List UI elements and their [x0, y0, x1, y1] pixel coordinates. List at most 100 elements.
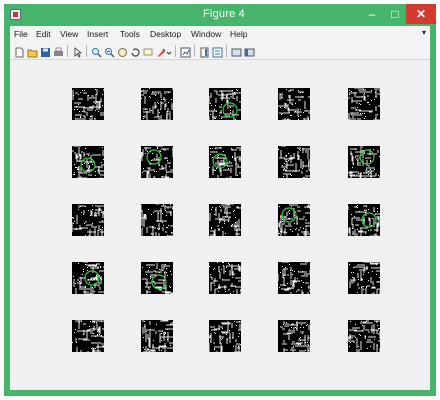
menu-overflow-icon[interactable]: ▾	[422, 28, 426, 37]
subplot-axes-r2-c4[interactable]	[278, 146, 310, 178]
subplot-axes-r5-c5[interactable]	[348, 320, 380, 352]
edge-pixel	[165, 264, 166, 265]
subplot-axes-r5-c3[interactable]	[209, 320, 241, 352]
edge-pixel	[232, 90, 233, 91]
edge-pixel	[220, 147, 221, 148]
edge-pixel	[377, 208, 378, 209]
link-plot-icon[interactable]	[180, 45, 191, 58]
subplot-axes-r4-c1[interactable]	[72, 262, 104, 294]
edge-pixel	[102, 220, 103, 221]
show-plot-tools-icon[interactable]	[244, 45, 255, 57]
edge-pixel	[280, 107, 281, 108]
subplot-axes-r4-c4[interactable]	[278, 262, 310, 294]
brush-dropdown-icon[interactable]	[166, 45, 172, 56]
menu-window[interactable]: Window	[191, 29, 221, 39]
edge-pixel	[370, 169, 371, 170]
insert-colorbar-icon[interactable]	[199, 45, 210, 58]
edge-pixel	[149, 96, 150, 97]
edge-pixel	[161, 333, 162, 334]
edge-pixel	[286, 89, 287, 90]
pan-icon[interactable]	[117, 45, 128, 57]
minimize-button[interactable]: –	[360, 4, 384, 24]
edge-pixel	[158, 93, 159, 94]
subplot-axes-r3-c1[interactable]	[72, 204, 104, 236]
rotate-3d-icon[interactable]	[130, 45, 141, 57]
menu-tools[interactable]: Tools	[120, 29, 140, 39]
edge-pixel	[78, 94, 79, 95]
edge-pixel	[144, 326, 145, 327]
subplot-axes-r1-c3[interactable]	[209, 88, 241, 120]
edge-pixel	[84, 90, 85, 91]
edge-pixel	[233, 291, 234, 292]
edge-pixel	[226, 267, 227, 268]
subplot-axes-r2-c3[interactable]	[209, 146, 241, 178]
edge-pixel	[233, 211, 234, 212]
subplot-axes-r5-c2[interactable]	[141, 320, 173, 352]
edge-pixel	[85, 235, 86, 236]
edge-pixel	[150, 97, 151, 98]
edge-pixel	[86, 225, 87, 226]
close-button[interactable]: ✕	[406, 4, 436, 24]
edge-pixel	[283, 176, 284, 177]
open-file-icon[interactable]	[27, 45, 38, 58]
edge-pixel	[292, 157, 293, 158]
menu-desktop[interactable]: Desktop	[150, 29, 181, 39]
subplot-axes-r1-c5[interactable]	[348, 88, 380, 120]
data-cursor-icon[interactable]	[143, 45, 154, 56]
edge-pixel	[162, 176, 163, 177]
menu-view[interactable]: View	[60, 29, 78, 39]
save-figure-icon[interactable]	[40, 45, 51, 57]
edge-pixel	[288, 160, 289, 161]
subplot-axes-r2-c5[interactable]	[348, 146, 380, 178]
edge-pixel	[162, 213, 163, 214]
subplot-axes-r3-c2[interactable]	[141, 204, 173, 236]
edge-image	[209, 262, 241, 294]
insert-legend-icon[interactable]	[212, 45, 223, 58]
edge-image	[72, 146, 104, 178]
edge-pixel	[357, 207, 358, 208]
subplot-axes-r1-c4[interactable]	[278, 88, 310, 120]
edit-plot-icon[interactable]	[72, 45, 83, 58]
edge-pixel	[150, 278, 151, 279]
edge-pixel	[157, 148, 158, 149]
zoom-out-icon[interactable]	[104, 45, 115, 58]
subplot-axes-r5-c1[interactable]	[72, 320, 104, 352]
figure-canvas[interactable]	[10, 60, 430, 390]
edge-pixel	[225, 291, 226, 292]
edge-pixel	[221, 269, 222, 270]
edge-pixel	[95, 171, 96, 172]
menu-edit[interactable]: Edit	[36, 29, 51, 39]
subplot-axes-r3-c3[interactable]	[209, 204, 241, 236]
new-figure-icon[interactable]	[14, 45, 25, 58]
subplot-axes-r3-c5[interactable]	[348, 204, 380, 236]
zoom-in-icon[interactable]	[91, 45, 102, 58]
edge-pixel	[154, 177, 155, 178]
subplot-axes-r1-c1[interactable]	[72, 88, 104, 120]
edge-pixel	[365, 116, 366, 117]
subplot-axes-r3-c4[interactable]	[278, 204, 310, 236]
edge-pixel	[286, 155, 287, 156]
menu-insert[interactable]: Insert	[87, 29, 108, 39]
subplot-axes-r4-c2[interactable]	[141, 262, 173, 294]
subplot-axes-r5-c4[interactable]	[278, 320, 310, 352]
maximize-button[interactable]: □	[384, 4, 406, 24]
edge-pixel	[374, 339, 375, 340]
edge-pixel	[143, 337, 144, 338]
hide-plot-tools-icon[interactable]	[231, 45, 242, 57]
edge-pixel	[216, 168, 217, 169]
subplot-axes-r4-c5[interactable]	[348, 262, 380, 294]
matlab-figure-icon[interactable]	[10, 9, 21, 20]
edge-pixel	[235, 222, 236, 223]
menu-file[interactable]: File	[14, 29, 28, 39]
menu-help[interactable]: Help	[230, 29, 247, 39]
edge-pixel	[364, 267, 365, 268]
subplot-axes-r1-c2[interactable]	[141, 88, 173, 120]
title-bar[interactable]: Figure 4 – □ ✕	[4, 4, 436, 26]
edge-pixel	[231, 226, 232, 227]
subplot-axes-r4-c3[interactable]	[209, 262, 241, 294]
print-figure-icon[interactable]	[53, 45, 64, 56]
subplot-axes-r2-c1[interactable]	[72, 146, 104, 178]
edge-pixel	[145, 153, 146, 154]
edge-pixel	[74, 332, 75, 333]
subplot-axes-r2-c2[interactable]	[141, 146, 173, 178]
